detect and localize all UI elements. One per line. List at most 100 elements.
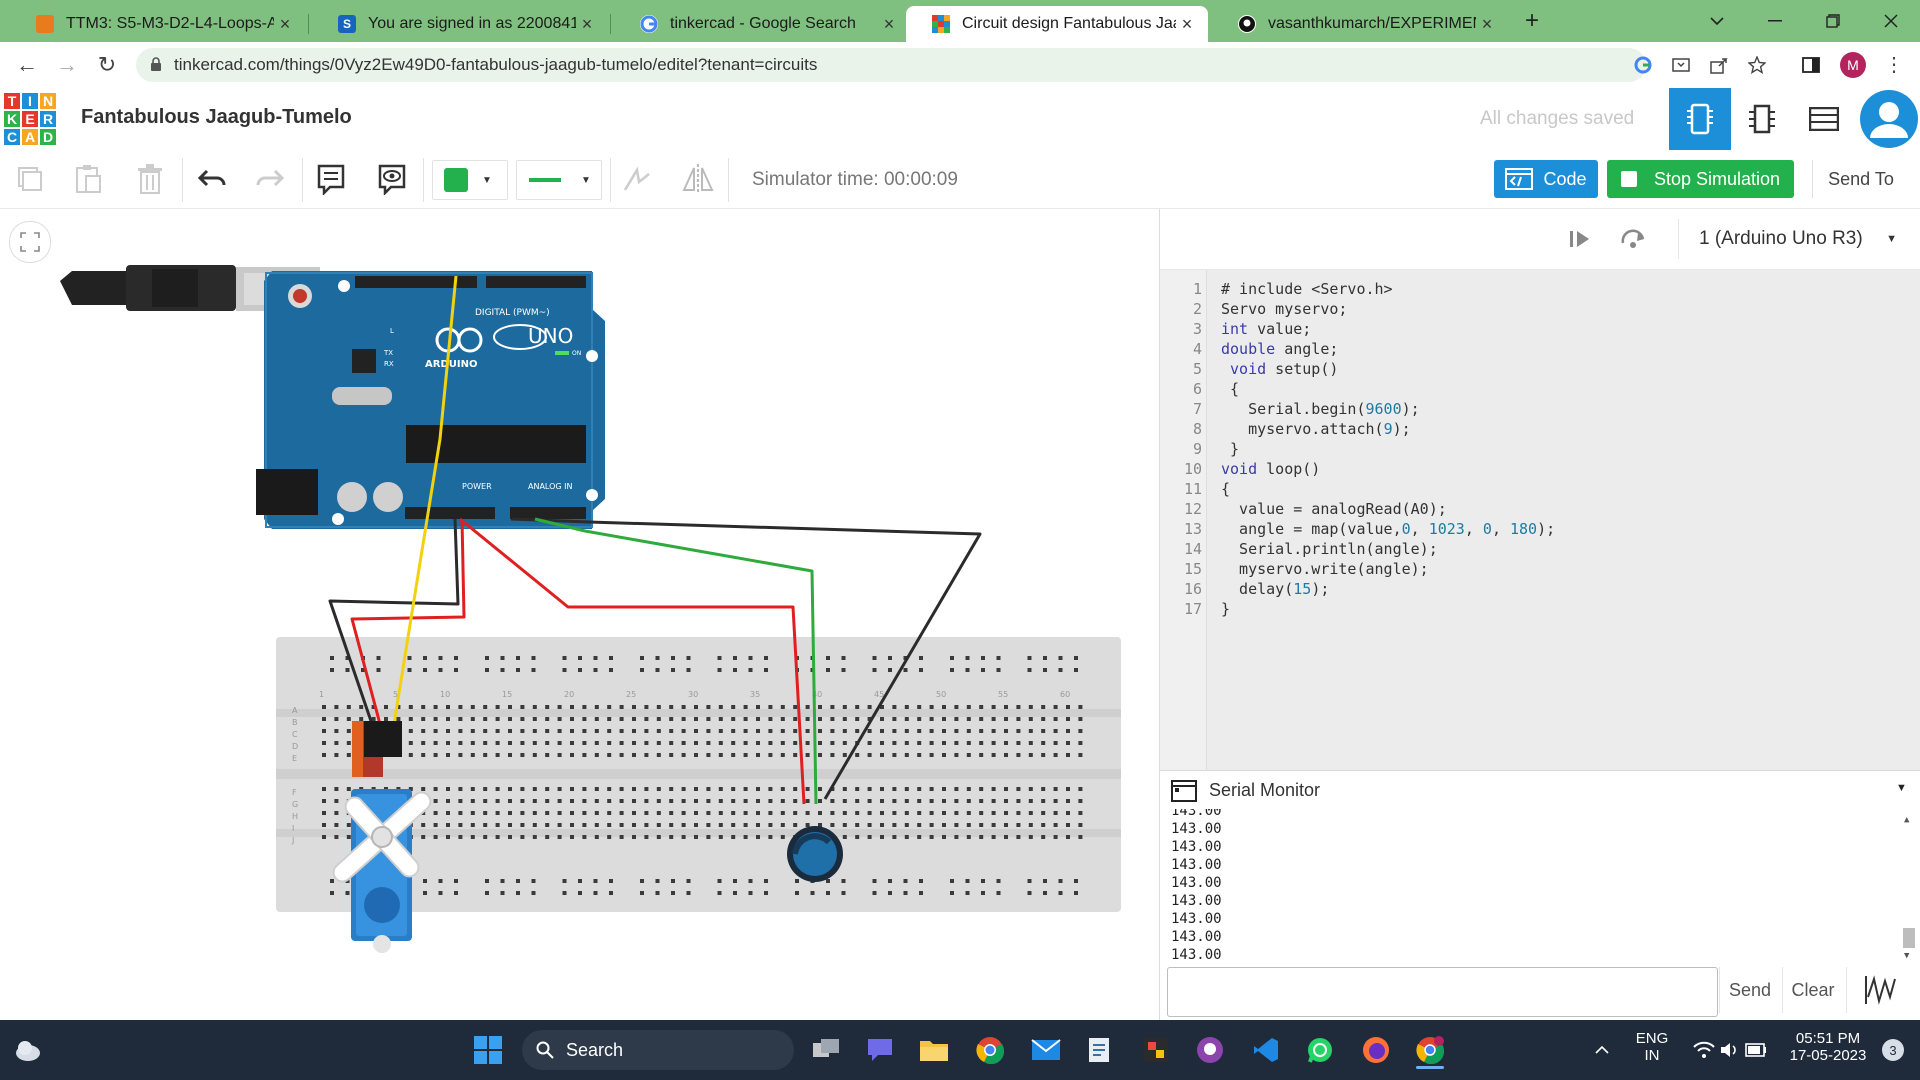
code-line[interactable]: myservo.write(angle); xyxy=(1221,560,1429,578)
new-tab-button[interactable]: + xyxy=(1518,6,1546,36)
schematic-view-button[interactable] xyxy=(1731,88,1793,150)
code-line[interactable]: int value; xyxy=(1221,320,1311,338)
mail-icon[interactable] xyxy=(1026,1030,1066,1070)
vscode-icon[interactable] xyxy=(1246,1030,1286,1070)
rotate-icon[interactable] xyxy=(616,160,656,198)
code-line[interactable]: double angle; xyxy=(1221,340,1338,358)
circuit-view-button[interactable] xyxy=(1669,88,1731,150)
battery-icon[interactable] xyxy=(1736,1030,1776,1070)
circuit-canvas[interactable]: 1 5 10 15 20 25 30 35 40 45 50 55 60 A B… xyxy=(0,209,1159,1020)
forward-arrow-icon[interactable]: → xyxy=(52,50,82,80)
close-tab-icon[interactable]: × xyxy=(1176,14,1198,35)
system-clock[interactable]: 05:51 PM 17-05-2023 xyxy=(1776,1030,1880,1064)
component-list-button[interactable] xyxy=(1793,88,1855,150)
browser-tab-signed-in[interactable]: S You are signed in as 22008417 × xyxy=(312,6,608,42)
input-language[interactable]: ENG IN xyxy=(1630,1030,1674,1064)
serial-graph-toggle[interactable] xyxy=(1846,967,1917,1013)
google-lens-icon[interactable] xyxy=(1634,56,1652,79)
send-to-button[interactable]: Send To xyxy=(1812,160,1909,198)
code-line[interactable]: void loop() xyxy=(1221,460,1320,478)
chrome-profile-icon[interactable] xyxy=(1410,1030,1450,1070)
user-avatar[interactable] xyxy=(1858,88,1920,150)
code-editor[interactable]: 1 2 3 4 5 6 7 8 9 10 11 12 13 14 15 16 17 # include <Ser… xyxy=(1160,270,1920,770)
code-line[interactable]: # include <Servo.h> xyxy=(1221,280,1393,298)
scroll-up-icon[interactable]: ▲ xyxy=(1904,815,1909,825)
install-app-icon[interactable] xyxy=(1672,56,1690,79)
code-line[interactable]: value = analogRead(A0); xyxy=(1221,500,1447,518)
minimize-window-icon[interactable] xyxy=(1750,0,1800,42)
media-app-icon[interactable] xyxy=(1136,1030,1176,1070)
code-line[interactable]: Serial.begin(9600); xyxy=(1221,400,1420,418)
bookmark-star-icon[interactable] xyxy=(1747,55,1767,79)
github-desktop-icon[interactable] xyxy=(1190,1030,1230,1070)
code-line[interactable]: Servo myservo; xyxy=(1221,300,1347,318)
paste-icon[interactable] xyxy=(68,160,108,198)
browser-tab-github[interactable]: vasanthkumarch/EXPERIMENT-N × xyxy=(1212,6,1508,42)
notification-badge[interactable]: 3 xyxy=(1882,1039,1904,1061)
code-button[interactable]: Code xyxy=(1494,160,1598,198)
back-arrow-icon[interactable]: ← xyxy=(12,50,42,80)
close-tab-icon[interactable]: × xyxy=(878,14,900,35)
close-tab-icon[interactable]: × xyxy=(576,14,598,35)
potentiometer[interactable] xyxy=(787,826,843,882)
wire-type-dropdown[interactable]: ▼ xyxy=(516,160,602,200)
copy-icon[interactable] xyxy=(10,160,50,198)
tray-overflow-chevron-icon[interactable] xyxy=(1582,1030,1622,1070)
browser-tab-circuit-design[interactable]: Circuit design Fantabulous Jaagub × xyxy=(906,6,1208,42)
browser-tab-google-search[interactable]: tinkercad - Google Search × xyxy=(614,6,910,42)
code-line[interactable]: } xyxy=(1221,600,1230,618)
scroll-down-icon[interactable]: ▼ xyxy=(1904,951,1909,961)
code-line[interactable]: myservo.attach(9); xyxy=(1221,420,1411,438)
profile-avatar[interactable]: M xyxy=(1840,52,1866,78)
chrome-icon[interactable] xyxy=(970,1030,1010,1070)
stop-simulation-button[interactable]: Stop Simulation xyxy=(1607,160,1794,198)
delete-trash-icon[interactable] xyxy=(130,160,170,198)
browser-tab-ttm3[interactable]: TTM3: S5-M3-D2-L4-Loops-Auto × xyxy=(10,6,306,42)
restore-window-icon[interactable] xyxy=(1808,0,1858,42)
serial-monitor-output[interactable]: 143.00 143.00 143.00 143.00 143.00 143.00 143.… xyxy=(1160,809,1920,962)
code-line[interactable]: { xyxy=(1221,380,1239,398)
firefox-icon[interactable] xyxy=(1356,1030,1396,1070)
step-over-icon[interactable] xyxy=(1615,223,1651,255)
weather-icon[interactable] xyxy=(8,1030,48,1070)
serial-monitor-header[interactable]: Serial Monitor ▼ xyxy=(1160,770,1920,810)
code-line[interactable]: } xyxy=(1221,440,1239,458)
scroll-thumb[interactable] xyxy=(1903,928,1915,948)
code-line[interactable]: { xyxy=(1221,480,1230,498)
design-title[interactable]: Fantabulous Jaagub-Tumelo xyxy=(81,106,352,129)
serial-output-scrollbar[interactable]: ▲ ▼ xyxy=(1901,813,1917,961)
notes-icon[interactable] xyxy=(311,160,351,198)
flip-mirror-icon[interactable] xyxy=(678,160,718,198)
tinkercad-logo[interactable]: T I N K E R C A D xyxy=(3,92,57,146)
share-icon[interactable] xyxy=(1710,56,1728,79)
windows-start-icon[interactable] xyxy=(468,1030,508,1070)
reload-icon[interactable]: ↻ xyxy=(92,50,122,80)
whatsapp-icon[interactable] xyxy=(1300,1030,1340,1070)
device-selector[interactable]: 1 (Arduino Uno R3) ▼ xyxy=(1678,219,1913,259)
step-forward-icon[interactable] xyxy=(1562,223,1598,255)
notepad-app-icon[interactable] xyxy=(1080,1030,1120,1070)
address-bar[interactable]: tinkercad.com/things/0Vyz2Ew49D0-fantabu… xyxy=(136,48,1646,82)
task-view-icon[interactable] xyxy=(806,1030,846,1070)
code-line[interactable]: Serial.println(angle); xyxy=(1221,540,1438,558)
close-window-icon[interactable] xyxy=(1866,0,1916,42)
side-panel-icon[interactable] xyxy=(1802,56,1820,79)
serial-send-button[interactable]: Send xyxy=(1719,967,1780,1013)
more-menu-icon[interactable]: ⋮ xyxy=(1884,52,1904,77)
code-line[interactable]: delay(15); xyxy=(1221,580,1329,598)
code-line[interactable]: angle = map(value,0, 1023, 0, 180); xyxy=(1221,520,1555,538)
file-explorer-icon[interactable] xyxy=(914,1030,954,1070)
close-tab-icon[interactable]: × xyxy=(274,14,296,35)
undo-icon[interactable] xyxy=(192,160,232,198)
redo-icon[interactable] xyxy=(250,160,290,198)
teams-chat-icon[interactable] xyxy=(860,1030,900,1070)
tab-search-chevron-icon[interactable] xyxy=(1692,0,1742,42)
wire-color-dropdown[interactable]: ▼ xyxy=(432,160,508,200)
serial-clear-button[interactable]: Clear xyxy=(1782,967,1843,1013)
code-line[interactable]: void setup() xyxy=(1221,360,1338,378)
lock-icon[interactable] xyxy=(150,56,162,74)
taskbar-search[interactable]: Search xyxy=(522,1030,794,1070)
annotation-visibility-icon[interactable] xyxy=(372,160,412,198)
close-tab-icon[interactable]: × xyxy=(1476,14,1498,35)
collapse-chevron-icon[interactable]: ▼ xyxy=(1896,782,1907,794)
